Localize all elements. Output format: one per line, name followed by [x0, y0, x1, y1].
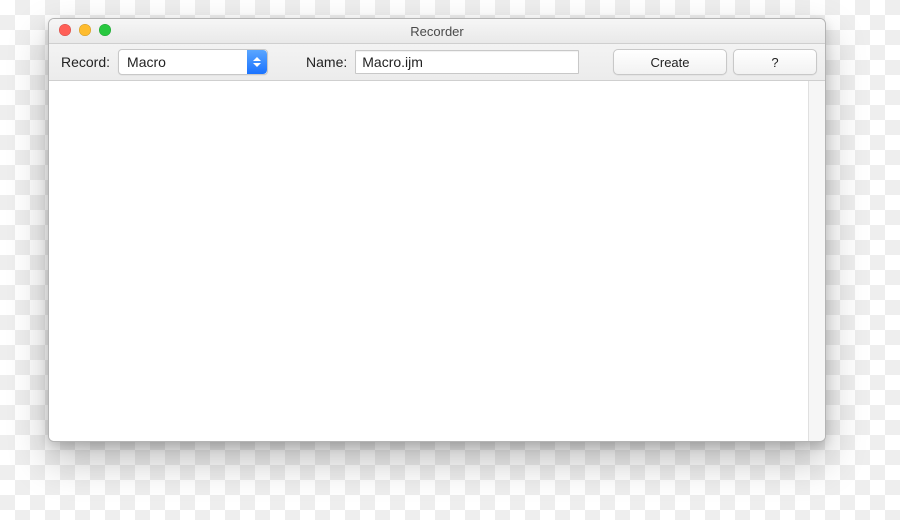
- minimize-icon[interactable]: [79, 24, 91, 36]
- name-label: Name:: [302, 54, 349, 70]
- content-wrap: [49, 81, 825, 441]
- vertical-scrollbar[interactable]: [808, 81, 825, 441]
- window-title: Recorder: [410, 24, 463, 39]
- help-button-label: ?: [771, 55, 778, 70]
- record-label: Record:: [57, 54, 112, 70]
- select-arrows-icon: [247, 50, 267, 74]
- window-controls: [59, 24, 111, 36]
- record-select[interactable]: Macro: [118, 49, 268, 75]
- toolbar: Record: Macro Name: Create ?: [49, 44, 825, 81]
- record-select-value: Macro: [127, 54, 166, 70]
- help-button[interactable]: ?: [733, 49, 817, 75]
- recorder-window: Recorder Record: Macro Name: Create ?: [48, 18, 826, 442]
- titlebar[interactable]: Recorder: [49, 19, 825, 44]
- create-button-label: Create: [650, 55, 689, 70]
- recorder-textarea[interactable]: [49, 81, 808, 441]
- name-input[interactable]: [355, 50, 579, 74]
- zoom-icon[interactable]: [99, 24, 111, 36]
- create-button[interactable]: Create: [613, 49, 727, 75]
- background: Recorder Record: Macro Name: Create ?: [0, 0, 900, 520]
- close-icon[interactable]: [59, 24, 71, 36]
